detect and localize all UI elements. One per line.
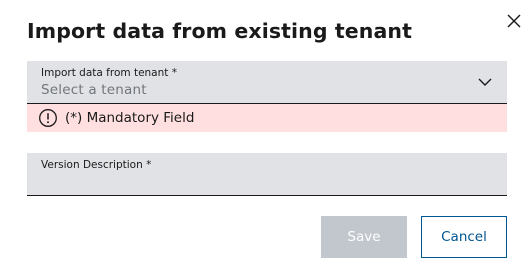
close-icon	[507, 14, 521, 28]
version-description-label: Version Description *	[41, 159, 152, 171]
chevron-down-icon	[478, 78, 492, 86]
tenant-select[interactable]: Import data from tenant * Select a tenan…	[27, 61, 507, 104]
alert-circle-icon	[39, 109, 57, 127]
save-button[interactable]: Save	[321, 216, 407, 258]
import-dialog: Import data from existing tenant Import …	[0, 0, 530, 273]
tenant-select-label: Import data from tenant *	[41, 67, 177, 79]
tenant-select-placeholder: Select a tenant	[41, 82, 147, 98]
close-button[interactable]	[503, 10, 525, 32]
mandatory-field-message: (*) Mandatory Field	[65, 110, 195, 126]
version-description-field[interactable]: Version Description *	[27, 153, 507, 196]
version-description-input[interactable]	[41, 173, 491, 191]
dialog-title: Import data from existing tenant	[27, 19, 412, 43]
mandatory-field-notice: (*) Mandatory Field	[27, 104, 507, 132]
cancel-button[interactable]: Cancel	[421, 216, 507, 258]
